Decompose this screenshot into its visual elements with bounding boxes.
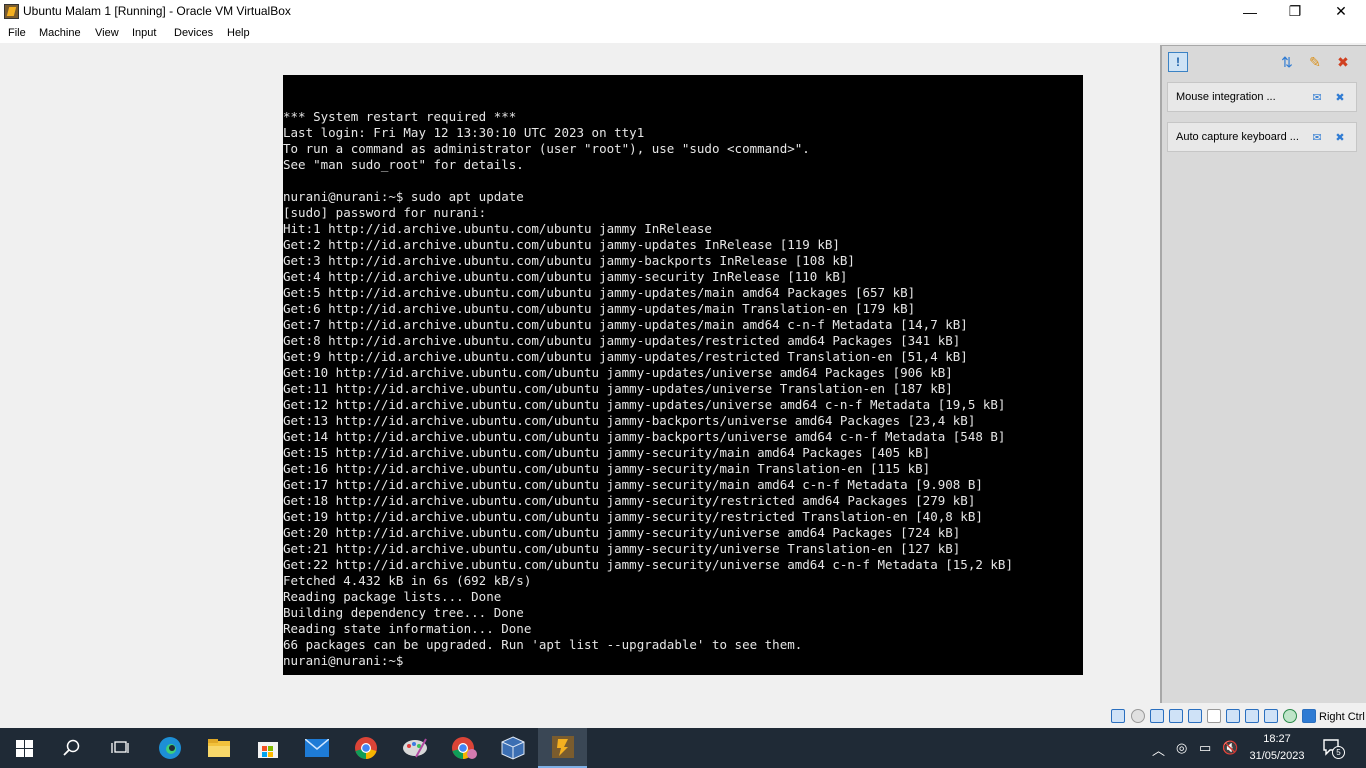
close-notification-icon[interactable]: ✖ xyxy=(1333,130,1347,144)
task-view-icon[interactable] xyxy=(96,728,144,768)
dismiss-all-icon[interactable]: ✖ xyxy=(1334,53,1352,71)
terminal-line: Reading package lists... Done xyxy=(283,589,502,604)
terminal-line: Get:15 http://id.archive.ubuntu.com/ubun… xyxy=(283,445,931,460)
terminal-line: [sudo] password for nurani: xyxy=(283,205,487,220)
menu-file[interactable]: File xyxy=(8,27,26,39)
terminal-line: nurani@nurani:~$ sudo apt update xyxy=(283,189,524,204)
file-explorer-icon[interactable] xyxy=(195,728,243,768)
notification-text: Auto capture keyboard ... xyxy=(1176,131,1299,143)
virtualbox-app-icon xyxy=(4,4,19,19)
terminal-line: 66 packages can be upgraded. Run 'apt li… xyxy=(283,637,803,652)
terminal-line: Get:4 http://id.archive.ubuntu.com/ubunt… xyxy=(283,269,848,284)
terminal-line: Reading state information... Done xyxy=(283,621,532,636)
usb-icon[interactable] xyxy=(1188,709,1202,723)
close-button[interactable]: ✕ xyxy=(1318,0,1364,23)
search-icon[interactable] xyxy=(48,728,96,768)
terminal-line: Get:21 http://id.archive.ubuntu.com/ubun… xyxy=(283,541,961,556)
hard-disk-icon[interactable] xyxy=(1111,709,1125,723)
terminal-line: Get:18 http://id.archive.ubuntu.com/ubun… xyxy=(283,493,976,508)
info-icon[interactable]: ! xyxy=(1168,52,1188,72)
do-not-show-again-icon[interactable]: ✉ xyxy=(1310,130,1324,144)
terminal-line: Get:12 http://id.archive.ubuntu.com/ubun… xyxy=(283,397,1006,412)
terminal-line: Fetched 4.432 kB in 6s (692 kB/s) xyxy=(283,573,532,588)
display-icon[interactable] xyxy=(1226,709,1240,723)
terminal-line: Get:17 http://id.archive.ubuntu.com/ubun… xyxy=(283,477,983,492)
notification-auto-capture[interactable]: Auto capture keyboard ... ✉ ✖ xyxy=(1167,122,1357,152)
paint-icon[interactable] xyxy=(391,728,439,768)
notification-text: Mouse integration ... xyxy=(1176,91,1276,103)
host-key-label: Right Ctrl xyxy=(1319,711,1365,723)
terminal-line: Get:11 http://id.archive.ubuntu.com/ubun… xyxy=(283,381,953,396)
webcam-icon[interactable]: ◎ xyxy=(1176,740,1187,756)
audio-icon[interactable] xyxy=(1150,709,1164,723)
network-icon[interactable]: ▭ xyxy=(1199,740,1211,756)
terminal-line: Hit:1 http://id.archive.ubuntu.com/ubunt… xyxy=(283,221,712,236)
terminal-line: Get:3 http://id.archive.ubuntu.com/ubunt… xyxy=(283,253,855,268)
terminal-line: Get:9 http://id.archive.ubuntu.com/ubunt… xyxy=(283,349,968,364)
terminal-line: Get:13 http://id.archive.ubuntu.com/ubun… xyxy=(283,413,976,428)
edge-icon[interactable] xyxy=(146,728,194,768)
chrome-icon[interactable] xyxy=(342,728,390,768)
maximize-button[interactable]: ❐ xyxy=(1272,0,1318,23)
notification-center-panel: ! ⇅ ✎ ✖ Mouse integration ... ✉ ✖ Auto c… xyxy=(1160,45,1366,703)
clock-time: 18:27 xyxy=(1263,733,1291,745)
chrome-profile-icon[interactable] xyxy=(440,728,488,768)
close-notification-icon[interactable]: ✖ xyxy=(1333,90,1347,104)
windows-taskbar: ︿ ◎ ▭ 🔇 18:27 31/05/2023 5 xyxy=(0,728,1366,768)
microsoft-store-icon[interactable] xyxy=(244,728,292,768)
network-icon[interactable] xyxy=(1169,709,1183,723)
terminal-line: Get:5 http://id.archive.ubuntu.com/ubunt… xyxy=(283,285,916,300)
menu-input[interactable]: Input xyxy=(132,27,156,39)
optical-drive-icon[interactable] xyxy=(1131,709,1145,723)
menu-view[interactable]: View xyxy=(95,27,119,39)
terminal-line: Get:7 http://id.archive.ubuntu.com/ubunt… xyxy=(283,317,968,332)
action-center-icon[interactable]: 5 xyxy=(1322,738,1345,759)
terminal-line: Get:2 http://id.archive.ubuntu.com/ubunt… xyxy=(283,237,840,252)
keyboard-capture-icon[interactable] xyxy=(1302,709,1316,723)
terminal-line: To run a command as administrator (user … xyxy=(283,141,810,156)
terminal-output: *** System restart required *** Last logi… xyxy=(283,109,1013,669)
virtualbox-vm-icon[interactable] xyxy=(538,728,587,768)
window-title: Ubuntu Malam 1 [Running] - Oracle VM Vir… xyxy=(23,4,291,18)
terminal-line: Get:20 http://id.archive.ubuntu.com/ubun… xyxy=(283,525,961,540)
sort-icon[interactable]: ⇅ xyxy=(1278,53,1296,71)
terminal-line: Building dependency tree... Done xyxy=(283,605,524,620)
notification-mouse-integration[interactable]: Mouse integration ... ✉ ✖ xyxy=(1167,82,1357,112)
cpu-icon[interactable] xyxy=(1264,709,1278,723)
terminal-line: See "man sudo_root" for details. xyxy=(283,157,524,172)
window-titlebar: Ubuntu Malam 1 [Running] - Oracle VM Vir… xyxy=(0,0,1366,23)
volume-muted-icon[interactable]: 🔇 xyxy=(1222,740,1238,756)
virtualbox-icon[interactable] xyxy=(489,728,537,768)
terminal-line: Get:22 http://id.archive.ubuntu.com/ubun… xyxy=(283,557,1013,572)
menu-help[interactable]: Help xyxy=(227,27,250,39)
menu-devices[interactable]: Devices xyxy=(174,27,213,39)
terminal-line: nurani@nurani:~$ xyxy=(283,653,404,668)
terminal-line: Get:14 http://id.archive.ubuntu.com/ubun… xyxy=(283,429,1006,444)
terminal-line: Get:16 http://id.archive.ubuntu.com/ubun… xyxy=(283,461,931,476)
windows-start-icon[interactable] xyxy=(0,728,48,768)
system-clock[interactable]: 18:27 31/05/2023 xyxy=(1246,731,1308,765)
menu-bar: File Machine View Input Devices Help xyxy=(0,23,1366,43)
shared-folder-icon[interactable] xyxy=(1207,709,1221,723)
show-hidden-icons-chevron-up-icon[interactable]: ︿ xyxy=(1152,740,1165,759)
terminal-line: *** System restart required *** xyxy=(283,109,517,124)
terminal-line: Get:10 http://id.archive.ubuntu.com/ubun… xyxy=(283,365,953,380)
vm-terminal-screen[interactable]: *** System restart required *** Last logi… xyxy=(283,75,1083,675)
keep-pin-icon[interactable]: ✎ xyxy=(1306,53,1324,71)
menu-machine[interactable]: Machine xyxy=(39,27,81,39)
vm-status-bar: Right Ctrl xyxy=(0,703,1366,728)
do-not-show-again-icon[interactable]: ✉ xyxy=(1310,90,1324,104)
terminal-line: Get:6 http://id.archive.ubuntu.com/ubunt… xyxy=(283,301,916,316)
mail-icon[interactable] xyxy=(293,728,341,768)
clock-date: 31/05/2023 xyxy=(1249,750,1305,762)
terminal-line: Last login: Fri May 12 13:30:10 UTC 2023… xyxy=(283,125,645,140)
video-capture-icon[interactable] xyxy=(1245,709,1259,723)
minimize-button[interactable]: — xyxy=(1227,0,1273,23)
mouse-integration-icon[interactable] xyxy=(1283,709,1297,723)
terminal-line: Get:8 http://id.archive.ubuntu.com/ubunt… xyxy=(283,333,961,348)
notification-count-badge: 5 xyxy=(1332,746,1345,759)
terminal-line: Get:19 http://id.archive.ubuntu.com/ubun… xyxy=(283,509,983,524)
